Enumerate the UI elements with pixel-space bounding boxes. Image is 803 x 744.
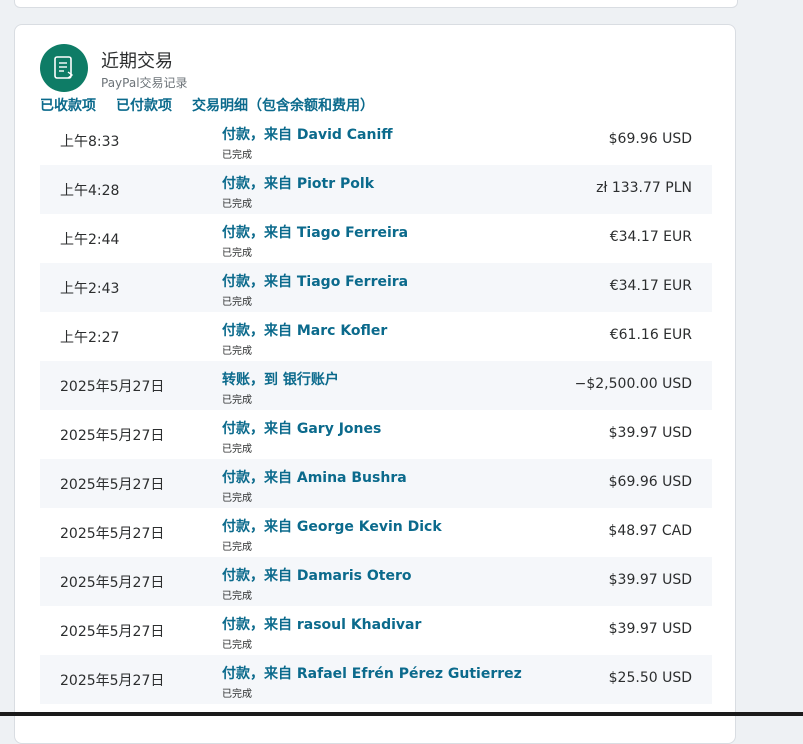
transaction-status: 已完成 xyxy=(222,150,252,161)
transaction-tabs: 已收款项 已付款项 交易明细（包含余额和费用） xyxy=(40,95,394,115)
transaction-amount: $39.97 USD xyxy=(608,621,692,637)
transaction-status: 已完成 xyxy=(222,542,252,553)
transaction-status: 已完成 xyxy=(222,444,252,455)
transaction-date: 2025年5月27日 xyxy=(60,673,165,689)
transaction-date: 2025年5月27日 xyxy=(60,624,165,640)
transaction-row[interactable]: 上午8:33 付款，来自 David Caniff 已完成 $69.96 USD xyxy=(40,116,712,165)
transaction-amount: zł 133.77 PLN xyxy=(596,180,692,196)
transaction-date: 上午2:27 xyxy=(60,330,120,346)
tab-sent[interactable]: 已付款项 xyxy=(116,95,172,115)
transaction-date: 上午8:33 xyxy=(60,134,120,150)
transaction-row[interactable]: 上午4:28 付款，来自 Piotr Polk 已完成 zł 133.77 PL… xyxy=(40,165,712,214)
transaction-description[interactable]: 付款，来自 Piotr Polk xyxy=(222,173,374,193)
transaction-status: 已完成 xyxy=(222,493,252,504)
transaction-amount: $48.97 CAD xyxy=(608,523,692,539)
transaction-row[interactable]: 2025年5月27日 付款，来自 Damaris Otero 已完成 $39.9… xyxy=(40,557,712,606)
transaction-row[interactable]: 上午2:43 付款，来自 Tiago Ferreira 已完成 €34.17 E… xyxy=(40,263,712,312)
transaction-amount: −$2,500.00 USD xyxy=(574,376,692,392)
transaction-date: 上午4:28 xyxy=(60,183,120,199)
transaction-description[interactable]: 付款，来自 Marc Kofler xyxy=(222,320,387,340)
transaction-date: 2025年5月27日 xyxy=(60,477,165,493)
transaction-status: 已完成 xyxy=(222,248,252,259)
card-subtitle: PayPal交易记录 xyxy=(101,76,188,90)
transaction-status: 已完成 xyxy=(222,395,252,406)
transaction-row[interactable]: 上午2:27 付款，来自 Marc Kofler 已完成 €61.16 EUR xyxy=(40,312,712,361)
transaction-status: 已完成 xyxy=(222,591,252,602)
transaction-description[interactable]: 付款，来自 David Caniff xyxy=(222,124,393,144)
transaction-date: 2025年5月27日 xyxy=(60,575,165,591)
transaction-date: 2025年5月27日 xyxy=(60,379,165,395)
transaction-amount: $69.96 USD xyxy=(608,474,692,490)
bottom-edge xyxy=(0,712,803,716)
transaction-amount: $39.97 USD xyxy=(608,572,692,588)
transaction-description[interactable]: 付款，来自 Tiago Ferreira xyxy=(222,222,408,242)
transaction-description[interactable]: 付款，来自 Amina Bushra xyxy=(222,467,407,487)
transaction-row[interactable]: 2025年5月27日 付款，来自 rasoul Khadivar 已完成 $39… xyxy=(40,606,712,655)
transaction-status: 已完成 xyxy=(222,346,252,357)
transaction-amount: $69.96 USD xyxy=(608,131,692,147)
transaction-description[interactable]: 付款，来自 Tiago Ferreira xyxy=(222,271,408,291)
transaction-date: 2025年5月27日 xyxy=(60,428,165,444)
transaction-status: 已完成 xyxy=(222,689,252,700)
transaction-amount: €34.17 EUR xyxy=(609,229,692,245)
tab-activity-details[interactable]: 交易明细（包含余额和费用） xyxy=(192,95,374,115)
transaction-row[interactable]: 2025年5月27日 转账，到 银行账户 已完成 −$2,500.00 USD xyxy=(40,361,712,410)
transaction-description[interactable]: 付款，来自 Damaris Otero xyxy=(222,565,412,585)
transaction-description[interactable]: 付款，来自 rasoul Khadivar xyxy=(222,614,421,634)
tab-received[interactable]: 已收款项 xyxy=(40,95,96,115)
transaction-row[interactable]: 2025年5月27日 付款，来自 Rafael Efrén Pérez Guti… xyxy=(40,655,712,704)
transaction-amount: €61.16 EUR xyxy=(609,327,692,343)
transaction-row[interactable]: 上午2:44 付款，来自 Tiago Ferreira 已完成 €34.17 E… xyxy=(40,214,712,263)
transaction-status: 已完成 xyxy=(222,297,252,308)
transaction-amount: €34.17 EUR xyxy=(609,278,692,294)
transaction-status: 已完成 xyxy=(222,640,252,651)
transaction-date: 2025年5月27日 xyxy=(60,526,165,542)
transaction-row[interactable]: 2025年5月27日 付款，来自 George Kevin Dick 已完成 $… xyxy=(40,508,712,557)
transaction-description[interactable]: 付款，来自 Rafael Efrén Pérez Gutierrez xyxy=(222,663,522,683)
transaction-amount: $39.97 USD xyxy=(608,425,692,441)
transaction-row[interactable]: 2025年5月27日 付款，来自 Gary Jones 已完成 $39.97 U… xyxy=(40,410,712,459)
transaction-description[interactable]: 付款，来自 Gary Jones xyxy=(222,418,381,438)
transaction-description[interactable]: 付款，来自 George Kevin Dick xyxy=(222,516,442,536)
transaction-date: 上午2:44 xyxy=(60,232,120,248)
transaction-date: 上午2:43 xyxy=(60,281,120,297)
transaction-list: 上午8:33 付款，来自 David Caniff 已完成 $69.96 USD… xyxy=(40,116,712,704)
recent-transactions-card: 近期交易 PayPal交易记录 已收款项 已付款项 交易明细（包含余额和费用） … xyxy=(14,24,736,744)
transaction-status: 已完成 xyxy=(222,199,252,210)
transaction-amount: $25.50 USD xyxy=(608,670,692,686)
transaction-description[interactable]: 转账，到 银行账户 xyxy=(222,369,339,389)
card-title: 近期交易 xyxy=(101,51,173,72)
document-icon xyxy=(40,44,88,92)
transaction-row[interactable]: 2025年5月27日 付款，来自 Amina Bushra 已完成 $69.96… xyxy=(40,459,712,508)
previous-card-edge xyxy=(14,0,738,8)
